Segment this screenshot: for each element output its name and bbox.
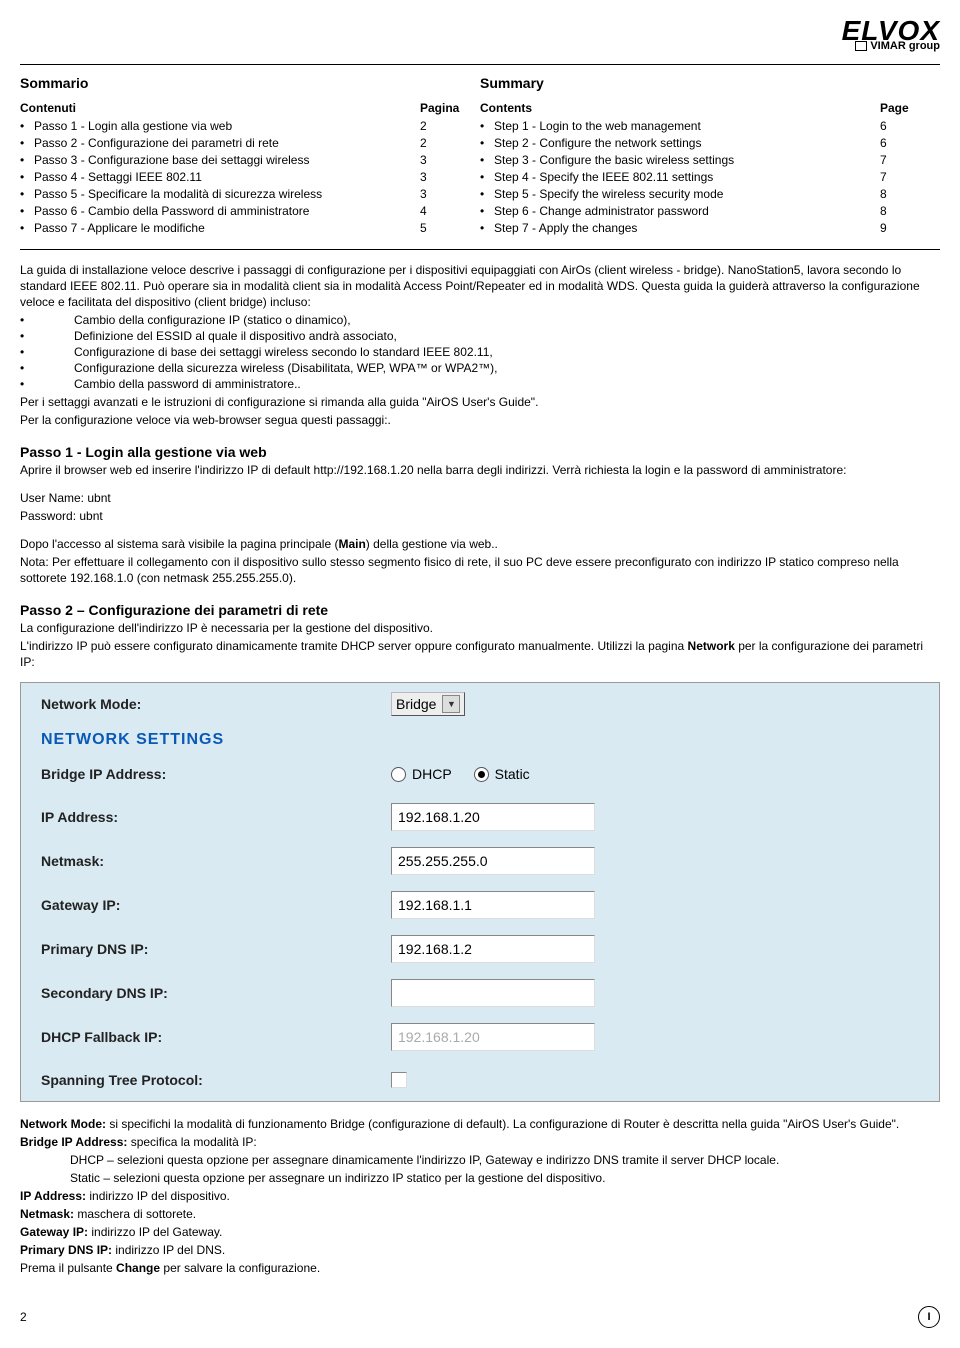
desc-network-mode: Network Mode: si specifichi la modalità … xyxy=(20,1116,940,1132)
desc-bridge-ip: Bridge IP Address: specifica la modalità… xyxy=(20,1134,940,1150)
toc-title-en: Summary xyxy=(480,75,920,91)
brand-logo: ELVOX VIMAR group xyxy=(20,20,940,54)
section-title-passo2: Passo 2 – Configurazione dei parametri d… xyxy=(20,602,940,618)
desc-gateway: Gateway IP: indirizzo IP del Gateway. xyxy=(20,1224,940,1240)
ip-address-label: IP Address: xyxy=(41,809,391,825)
dhcp-radio-label: DHCP xyxy=(412,766,452,782)
ip-address-input[interactable] xyxy=(391,803,595,831)
section-title-passo1: Passo 1 - Login alla gestione via web xyxy=(20,444,940,460)
netmask-input[interactable] xyxy=(391,847,595,875)
spanning-tree-label: Spanning Tree Protocol: xyxy=(41,1072,391,1088)
toc-italian: Sommario Contenuti Pagina •Passo 1 - Log… xyxy=(20,75,480,237)
dropdown-arrow-icon[interactable]: ▼ xyxy=(442,695,460,713)
desc-static-option: Static – selezioni questa opzione per as… xyxy=(20,1170,940,1186)
network-mode-select[interactable]: Bridge ▼ xyxy=(391,692,465,716)
static-radio[interactable] xyxy=(474,767,489,782)
list-item: •Cambio della configurazione IP (statico… xyxy=(20,312,940,328)
toc-english: Summary Contents Page •Step 1 - Login to… xyxy=(480,75,940,237)
primary-dns-input[interactable] xyxy=(391,935,595,963)
password-line: Password: ubnt xyxy=(20,508,940,524)
spanning-tree-checkbox[interactable] xyxy=(391,1072,407,1088)
passo1-p1: Aprire il browser web ed inserire l'indi… xyxy=(20,462,940,478)
list-item: •Definizione del ESSID al quale il dispo… xyxy=(20,328,940,344)
passo2-p2: L'indirizzo IP può essere configurato di… xyxy=(20,638,940,670)
secondary-dns-input[interactable] xyxy=(391,979,595,1007)
intro-paragraph: La guida di installazione veloce descriv… xyxy=(20,262,940,310)
toc-item: •Passo 6 - Cambio della Password di ammi… xyxy=(20,203,460,220)
desc-change-button: Prema il pulsante Change per salvare la … xyxy=(20,1260,940,1276)
intro-bullet-list: •Cambio della configurazione IP (statico… xyxy=(20,312,940,392)
passo1-p3: Nota: Per effettuare il collegamento con… xyxy=(20,554,940,586)
network-settings-heading: NETWORK SETTINGS xyxy=(21,725,939,753)
network-mode-label: Network Mode: xyxy=(41,696,391,712)
static-radio-label: Static xyxy=(495,766,530,782)
passo2-p1: La configurazione dell'indirizzo IP è ne… xyxy=(20,620,940,636)
intro-p3: Per la configurazione veloce via web-bro… xyxy=(20,412,940,428)
toc-item: •Passo 4 - Settaggi IEEE 802.113 xyxy=(20,169,460,186)
intro-p2: Per i settaggi avanzati e le istruzioni … xyxy=(20,394,940,410)
desc-dhcp-option: DHCP – selezioni questa opzione per asse… xyxy=(20,1152,940,1168)
toc-item: •Passo 3 - Configurazione base dei setta… xyxy=(20,152,460,169)
toc-item: •Step 6 - Change administrator password8 xyxy=(480,203,920,220)
toc-item: •Passo 5 - Specificare la modalità di si… xyxy=(20,186,460,203)
dhcp-fallback-label: DHCP Fallback IP: xyxy=(41,1029,391,1045)
dhcp-radio[interactable] xyxy=(391,767,406,782)
list-item: •Configurazione di base dei settaggi wir… xyxy=(20,344,940,360)
toc-item: •Passo 1 - Login alla gestione via web2 xyxy=(20,118,460,135)
desc-netmask: Netmask: maschera di sottorete. xyxy=(20,1206,940,1222)
username-line: User Name: ubnt xyxy=(20,490,940,506)
secondary-dns-label: Secondary DNS IP: xyxy=(41,985,391,1001)
toc-item: •Step 7 - Apply the changes9 xyxy=(480,220,920,237)
logo-subtext: VIMAR group xyxy=(20,40,940,52)
toc-item: •Step 1 - Login to the web management6 xyxy=(480,118,920,135)
page-footer: 2 I xyxy=(20,1306,940,1328)
toc-item: •Step 3 - Configure the basic wireless s… xyxy=(480,152,920,169)
network-settings-screenshot: Network Mode: Bridge ▼ NETWORK SETTINGS … xyxy=(20,682,940,1102)
passo1-p2: Dopo l'accesso al sistema sarà visibile … xyxy=(20,536,940,552)
toc-item: •Step 5 - Specify the wireless security … xyxy=(480,186,920,203)
vimar-box-icon xyxy=(855,41,867,51)
list-item: •Configurazione della sicurezza wireless… xyxy=(20,360,940,376)
gateway-input[interactable] xyxy=(391,891,595,919)
toc-title-it: Sommario xyxy=(20,75,460,91)
desc-ip-address: IP Address: indirizzo IP del dispositivo… xyxy=(20,1188,940,1204)
bridge-ip-address-label: Bridge IP Address: xyxy=(41,766,391,782)
toc-item: •Passo 2 - Configurazione dei parametri … xyxy=(20,135,460,152)
language-indicator: I xyxy=(918,1306,940,1328)
toc-item: •Passo 7 - Applicare le modifiche5 xyxy=(20,220,460,237)
logo-text: ELVOX xyxy=(20,20,940,42)
list-item: •Cambio della password di amministratore… xyxy=(20,376,940,392)
toc-item: •Step 2 - Configure the network settings… xyxy=(480,135,920,152)
gateway-label: Gateway IP: xyxy=(41,897,391,913)
primary-dns-label: Primary DNS IP: xyxy=(41,941,391,957)
toc-item: •Step 4 - Specify the IEEE 802.11 settin… xyxy=(480,169,920,186)
dhcp-fallback-input[interactable] xyxy=(391,1023,595,1051)
netmask-label: Netmask: xyxy=(41,853,391,869)
desc-primary-dns: Primary DNS IP: indirizzo IP del DNS. xyxy=(20,1242,940,1258)
